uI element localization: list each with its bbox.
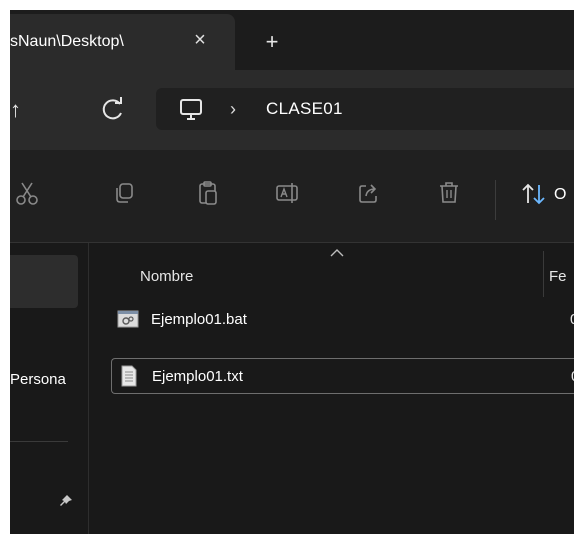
pin-icon[interactable]	[58, 493, 74, 509]
file-explorer-window: sNaun\Desktop\ × + ↑ › CLASE01 O Persona…	[10, 10, 574, 534]
column-header-name[interactable]: Nombre	[140, 268, 193, 285]
breadcrumb-folder[interactable]: CLASE01	[266, 99, 343, 119]
up-arrow-icon[interactable]: ↑	[10, 96, 34, 124]
tab-title: sNaun\Desktop\	[10, 33, 124, 50]
new-tab-button[interactable]: +	[260, 30, 284, 54]
text-file-icon	[118, 365, 140, 387]
file-name[interactable]: Ejemplo01.txt	[152, 368, 243, 385]
toolbar-divider	[495, 180, 496, 220]
refresh-icon[interactable]	[98, 94, 128, 124]
command-toolbar: O	[10, 150, 574, 244]
chevron-right-icon[interactable]: ›	[230, 99, 236, 119]
paste-icon[interactable]	[193, 178, 223, 208]
delete-icon[interactable]	[434, 178, 464, 208]
title-bar: sNaun\Desktop\ × +	[10, 10, 574, 70]
sort-button-label[interactable]: O	[554, 186, 566, 204]
file-row[interactable]: Ejemplo01.bat 09	[111, 302, 574, 338]
file-row[interactable]: Ejemplo01.txt 09	[111, 358, 574, 394]
active-tab[interactable]: sNaun\Desktop\ ×	[10, 14, 235, 70]
address-bar[interactable]: › CLASE01	[156, 88, 574, 130]
sort-icon[interactable]	[520, 181, 548, 207]
computer-icon[interactable]	[178, 98, 204, 122]
rename-icon[interactable]	[273, 178, 303, 208]
navigation-bar: ↑ › CLASE01	[10, 70, 574, 150]
share-icon[interactable]	[354, 178, 384, 208]
nav-item-personal[interactable]: Persona	[10, 371, 66, 388]
file-date: 09	[570, 311, 574, 328]
close-icon[interactable]: ×	[188, 28, 212, 52]
nav-item-selected[interactable]	[10, 255, 78, 308]
cut-icon[interactable]	[12, 178, 42, 208]
file-list-pane: Nombre Fe Ejemplo01.bat 09	[89, 243, 574, 534]
copy-icon[interactable]	[109, 178, 139, 208]
sort-ascending-caret-icon	[329, 245, 345, 257]
file-name[interactable]: Ejemplo01.bat	[151, 311, 247, 328]
batch-file-icon	[117, 308, 139, 330]
column-header-date[interactable]: Fe	[549, 268, 567, 285]
nav-divider	[10, 441, 68, 442]
navigation-pane: Persona	[10, 243, 89, 534]
column-divider[interactable]	[543, 251, 544, 297]
